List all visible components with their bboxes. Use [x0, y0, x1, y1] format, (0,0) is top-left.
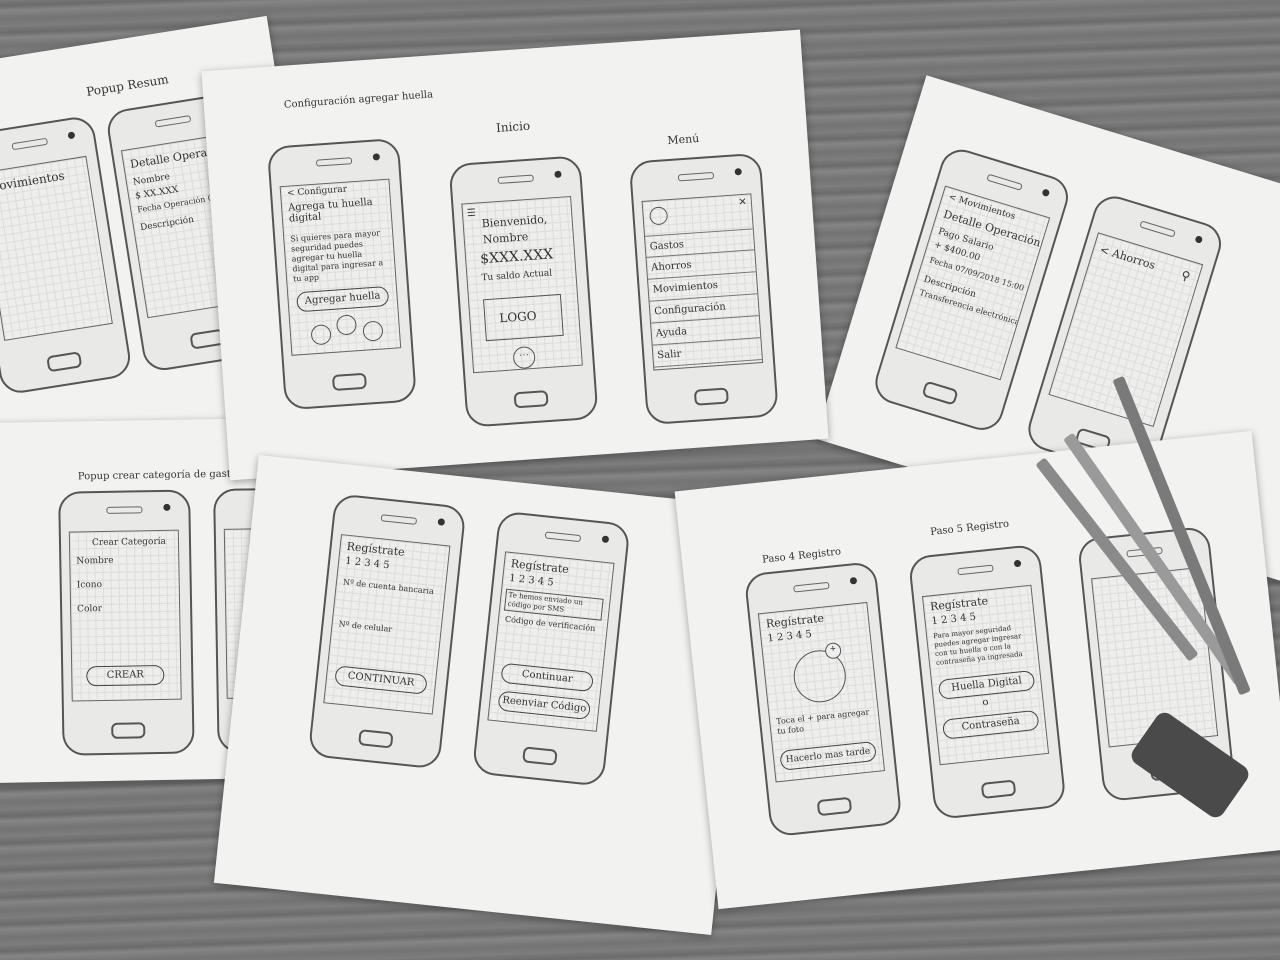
continue-button: Continuar [500, 662, 594, 693]
sms-notice-text: Te hemos enviado un código por SMS [507, 590, 584, 614]
photo-caption: Toca el + para agregar tu foto [775, 707, 870, 737]
later-button: Hacerlo mas tarde [779, 740, 877, 771]
sheet-label-popup: Popup crear categoría de gasto [77, 468, 237, 483]
screen-line: Nombre [132, 172, 171, 188]
continue-button: CONTINUAR [334, 665, 428, 695]
welcome-text: Bienvenido, [481, 212, 548, 231]
phone-sketch: Regístrate 1 2 3 4 5 Nº de cuenta bancar… [307, 493, 467, 770]
add-fingerprint-button: Agregar huella [296, 285, 390, 313]
phone-screen: Regístrate 1 2 3 4 5 + Toca el + para ag… [757, 601, 886, 783]
phone-sketch: Regístrate 1 2 3 4 5 Para mayor segurida… [907, 543, 1067, 821]
screen-line: Descripción [139, 214, 195, 234]
search-icon: ⚲ [1179, 267, 1193, 284]
phone-sketch: ✕ Gastos Ahorros Movimientos Configuraci… [628, 152, 779, 426]
phone-sketch: ☰ Bienvenido, Nombre $XXX.XXX Tu saldo A… [448, 155, 599, 428]
form-field: Nº de cuenta bancaria [342, 577, 435, 597]
form-field: Icono [76, 580, 103, 591]
security-text: Para mayor seguridad puedes agregar ingr… [932, 624, 1024, 668]
phone-screen: Regístrate 1 2 3 4 5 Nº de cuenta bancar… [323, 534, 451, 715]
menu-icon: ☰ [466, 207, 477, 220]
step-indicator: 1 2 3 4 5 [344, 555, 391, 572]
screen-title: Crear Categoría [91, 536, 167, 549]
sketch-sheet-bottom-right: Paso 4 Registro Paso 5 Registro Regístra… [674, 430, 1280, 910]
step-indicator: 1 2 3 4 5 [508, 572, 555, 589]
screen-title: Movimientos [0, 168, 66, 195]
balance-label: Tu saldo Actual [481, 268, 553, 284]
screen-body: Si quieres para mayor seguridad puedes a… [290, 228, 384, 284]
sheet-label-menu: Menú [666, 131, 700, 148]
sheet-label-paso5: Paso 5 Registro [929, 518, 1010, 538]
logo-box: LOGO [483, 293, 564, 342]
sheet-label-popup: Popup Resum [85, 72, 170, 99]
resend-code-button: Reenviar Código [497, 690, 592, 721]
profile-photo-placeholder [791, 647, 849, 705]
phone-screen: ✕ Gastos Ahorros Movimientos Configuraci… [641, 193, 764, 371]
add-photo-icon: + [824, 641, 842, 660]
phone-screen: Crear Categoría Nombre Icono Color CREAR [68, 529, 182, 702]
avatar [649, 206, 669, 226]
screen-title: Agrega tu huella digital [287, 196, 374, 225]
balance-amount: $XXX.XXX [479, 246, 554, 268]
phone-screen: Regístrate 1 2 3 4 5 Te hemos enviado un… [487, 551, 615, 732]
logo-text: LOGO [498, 308, 538, 326]
or-text: o [981, 696, 990, 709]
fingerprint-circles [310, 313, 384, 348]
screen-back: < Configurar [286, 184, 348, 199]
more-icon: ··· [512, 345, 536, 370]
fingerprint-button: Huella Digital [937, 669, 1036, 700]
phone-sketch: Crear Categoría Nombre Icono Color CREAR [58, 489, 195, 756]
sketch-sheet-center: Configuración agregar huella Inicio Menú… [201, 29, 829, 481]
password-button: Contraseña [941, 709, 1040, 740]
close-icon: ✕ [738, 196, 748, 209]
phone-sketch: Regístrate 1 2 3 4 5 Te hemos enviado un… [471, 510, 631, 787]
phone-sketch: < Configurar Agrega tu huella digital Si… [266, 137, 417, 411]
sheet-label-config: Configuración agregar huella [283, 89, 434, 111]
sheet-label-inicio: Inicio [495, 118, 531, 135]
phone-sketch: Regístrate 1 2 3 4 5 + Toca el + para ag… [743, 560, 903, 838]
step-indicator: 1 2 3 4 5 [766, 628, 813, 645]
form-field: Nombre [76, 555, 114, 567]
sketch-sheet-bottom-center: Regístrate 1 2 3 4 5 Nº de cuenta bancar… [213, 455, 757, 935]
phone-screen: < Configurar Agrega tu huella digital Si… [279, 178, 402, 356]
screen-title: Regístrate [929, 594, 989, 614]
step-indicator: 1 2 3 4 5 [931, 611, 977, 628]
phone-screen: < Movimientos Detalle Operación Pago Sal… [895, 185, 1051, 381]
create-button: CREAR [86, 664, 165, 687]
form-field: Nº de celular [338, 619, 393, 634]
screen-back: < Ahorros [1098, 242, 1157, 273]
phone-screen: Movimientos [0, 155, 113, 341]
phone-screen: Regístrate 1 2 3 4 5 Para mayor segurida… [921, 584, 1050, 766]
screen-title: Regístrate [765, 611, 825, 631]
phone-screen: ☰ Bienvenido, Nombre $XXX.XXX Tu saldo A… [461, 195, 583, 374]
sheet-label-paso4: Paso 4 Registro [761, 546, 842, 566]
form-field: Color [77, 604, 103, 615]
user-name: Nombre [482, 230, 529, 247]
